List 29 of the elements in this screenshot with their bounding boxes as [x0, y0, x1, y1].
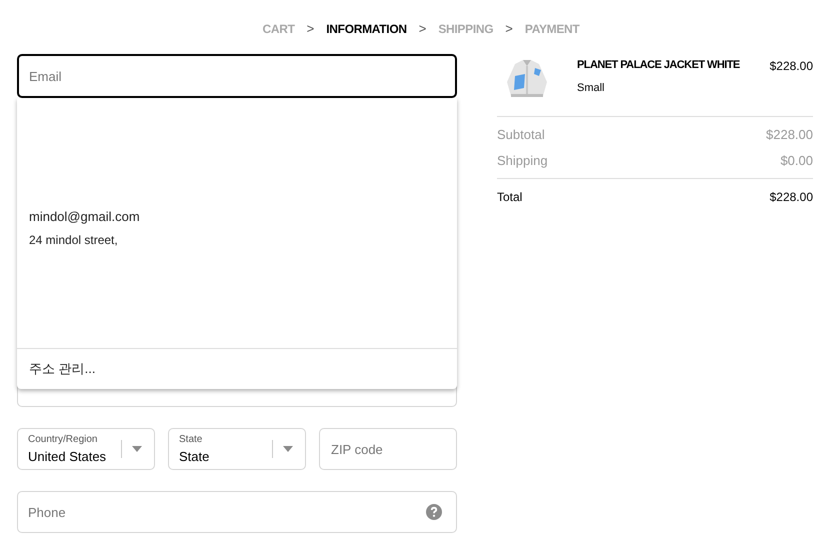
product-variant: Small [577, 80, 606, 96]
phone-field[interactable]: Phone [17, 491, 457, 533]
summary-label: Subtotal [497, 126, 545, 144]
field-label: Country/Region [28, 434, 98, 446]
autofill-suggestion[interactable]: mindol@gmail.com 24 mindol street, [29, 206, 457, 250]
select-field[interactable]: Country/Region United States [17, 428, 155, 470]
total-label: Total [497, 189, 522, 206]
summary-value: $228.00 [766, 126, 813, 144]
email-field[interactable]: Email [17, 54, 457, 98]
breadcrumb-step[interactable]: INFORMATION [326, 20, 407, 38]
field-value: State [179, 448, 210, 464]
field-label: State [179, 434, 204, 446]
summary-value: $0.00 [780, 152, 813, 170]
help-icon[interactable] [426, 504, 442, 520]
suggestion-address: 24 mindol street, [29, 232, 119, 250]
product-name: PLANET PALACE JACKET WHITE [577, 58, 741, 73]
summary-label: Shipping [497, 152, 548, 170]
suggestion-email: mindol@gmail.com [29, 208, 141, 226]
field-value: United States [28, 448, 108, 464]
product-price: $228.00 [770, 58, 813, 75]
caret-icon [132, 446, 142, 452]
chevron-text: > [505, 20, 513, 38]
zip-field[interactable]: ZIP code [319, 428, 457, 470]
caret-icon [283, 446, 293, 452]
chevron-text: > [306, 20, 314, 38]
chevron-text: > [418, 20, 426, 38]
manage-addresses-item[interactable]: 주소 관리... [29, 359, 96, 379]
select-field[interactable]: State State [168, 428, 306, 470]
total-value: $228.00 [770, 189, 813, 206]
